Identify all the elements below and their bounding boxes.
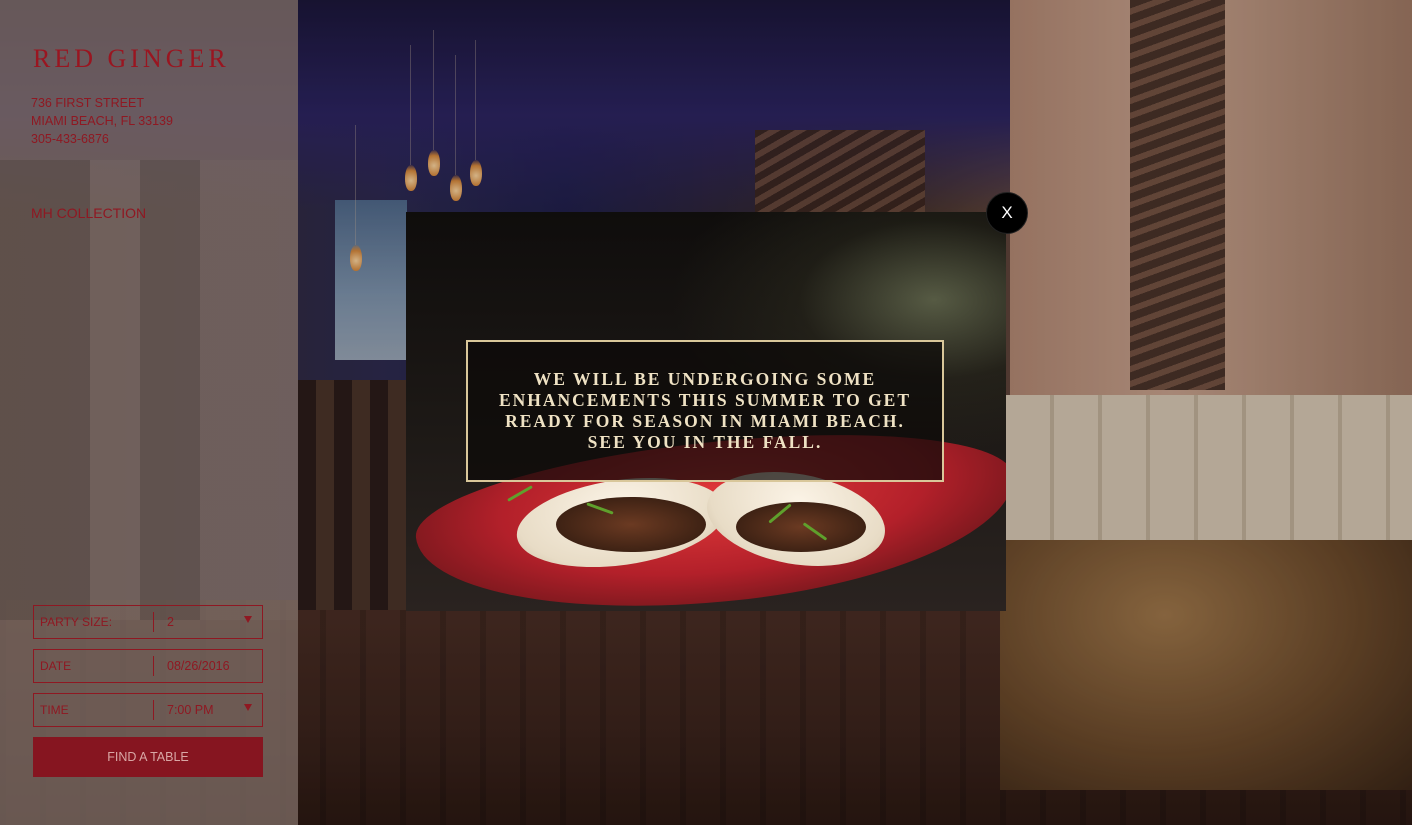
- chevron-down-icon[interactable]: [244, 704, 252, 711]
- phone-number[interactable]: 305-433-6876: [31, 130, 173, 148]
- sidebar-background: [0, 160, 298, 620]
- party-size-label: PARTY SIZE:: [40, 615, 113, 629]
- party-size-select[interactable]: PARTY SIZE: 2: [33, 605, 263, 639]
- message-line: SEE YOU IN THE FALL.: [587, 432, 823, 452]
- date-field[interactable]: DATE 08/26/2016: [33, 649, 263, 683]
- bao-filling-image: [556, 497, 706, 552]
- address-city: MIAMI BEACH, FL 33139: [31, 114, 173, 128]
- sidebar: RED GINGER 736 FIRST STREET MIAMI BEACH,…: [0, 0, 298, 825]
- announcement-modal: WE WILL BE UNDERGOING SOME ENHANCEMENTS …: [406, 212, 1006, 611]
- announcement-message: WE WILL BE UNDERGOING SOME ENHANCEMENTS …: [470, 369, 940, 453]
- brand-logo[interactable]: RED GINGER: [33, 44, 230, 74]
- date-label: DATE: [40, 659, 72, 673]
- close-modal-button[interactable]: X: [986, 192, 1028, 234]
- reservation-form: PARTY SIZE: 2 DATE 08/26/2016 TIME 7:00 …: [33, 605, 263, 777]
- chevron-down-icon[interactable]: [244, 616, 252, 623]
- page: RED GINGER 736 FIRST STREET MIAMI BEACH,…: [0, 0, 1412, 825]
- date-value[interactable]: 08/26/2016: [154, 659, 262, 673]
- mh-collection-link[interactable]: MH COLLECTION: [31, 205, 146, 221]
- bao-filling-image: [736, 502, 866, 552]
- find-table-button[interactable]: FIND A TABLE: [33, 737, 263, 777]
- address-block: 736 FIRST STREET MIAMI BEACH, FL 33139 3…: [31, 94, 173, 148]
- address-street: 736 FIRST STREET: [31, 96, 144, 110]
- message-line: READY FOR SEASON IN MIAMI BEACH.: [505, 411, 905, 431]
- time-label: TIME: [40, 703, 69, 717]
- announcement-frame: WE WILL BE UNDERGOING SOME ENHANCEMENTS …: [466, 340, 944, 482]
- time-select[interactable]: TIME 7:00 PM: [33, 693, 263, 727]
- message-line: ENHANCEMENTS THIS SUMMER TO GET: [498, 390, 912, 410]
- message-line: WE WILL BE UNDERGOING SOME: [533, 369, 877, 389]
